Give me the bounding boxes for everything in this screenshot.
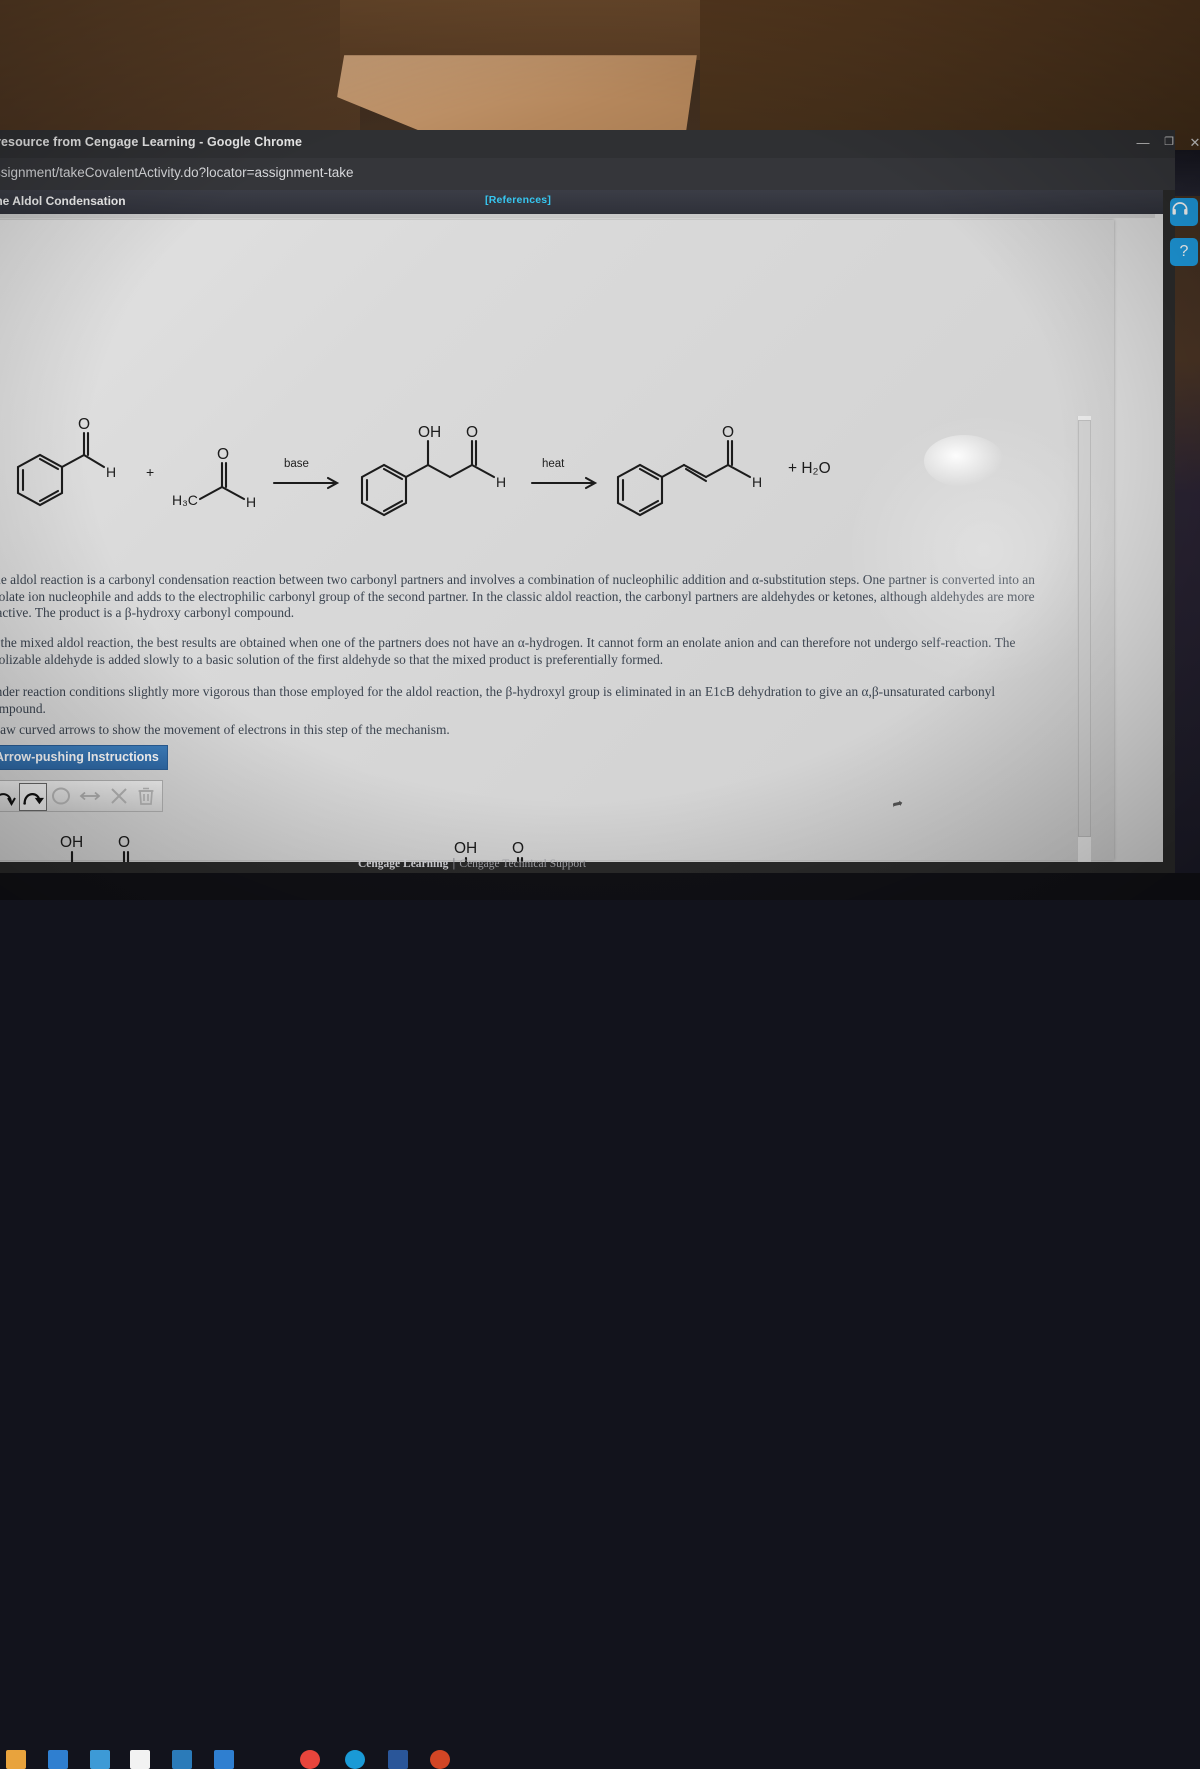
cyclic-arrow-icon[interactable] [48, 783, 74, 809]
page-content: e by the Aldol Condensation [References]… [0, 190, 1163, 862]
double-barb-curved-arrow-icon[interactable] [19, 783, 47, 811]
atom-label-h-4: H [752, 474, 762, 490]
atom-label-o-product: O [512, 840, 524, 857]
headset-glyph [1172, 202, 1188, 215]
mechanism-svg[interactable]: OH H O H OH − [0, 820, 704, 862]
reaction-scheme-overall: O H + O H₃C H base OH O H heat O H + H₂O [0, 415, 864, 535]
close-button[interactable]: ✕ [1184, 135, 1200, 151]
chrome-browser-window: resource from Cengage Learning - Google … [0, 130, 1200, 875]
references-link[interactable]: [References] [485, 194, 551, 206]
no-reaction-x-icon[interactable] [106, 783, 132, 809]
taskbar-icon-store[interactable] [90, 1750, 110, 1769]
taskbar-icon-edge[interactable] [345, 1750, 365, 1769]
taskbar-icon-mail[interactable] [214, 1750, 234, 1769]
atom-label-o: O [78, 416, 90, 433]
atom-label-h-3: H [496, 474, 506, 490]
vertical-scrollbar-thumb[interactable] [1078, 420, 1091, 837]
paragraph-mixed-aldol: In the mixed aldol reaction, the best re… [0, 635, 1016, 667]
molecule-cinnamaldehyde: O H [616, 424, 762, 517]
reagent-hydroxide: OH − [214, 858, 222, 862]
support-headset-icon[interactable] [1170, 198, 1198, 226]
condition-label-base: base [284, 458, 309, 470]
footer-support-link[interactable]: Cengage Technical Support [459, 858, 586, 870]
paragraph-aldol-overview: The aldol reaction is a carbonyl condens… [0, 572, 1035, 620]
atom-label-o-mech: O [118, 834, 130, 851]
mouse-cursor-icon: ➦ [890, 794, 905, 812]
paragraph-dehydration: Under reaction conditions slightly more … [0, 684, 996, 716]
reaction-arrow-heat: heat [530, 458, 598, 490]
minimize-button[interactable]: — [1132, 135, 1154, 150]
assignment-header: e by the Aldol Condensation [References] [0, 190, 1163, 214]
atom-label-h3c: H₃C [172, 492, 198, 508]
maximize-button[interactable]: ❐ [1158, 135, 1180, 148]
atom-label-oh-product: OH [454, 840, 477, 857]
reaction-arrow-base: base [272, 458, 340, 490]
charge-label-hydroxide: − [214, 858, 222, 862]
atom-label-oh: OH [418, 424, 441, 441]
taskbar-icon-word[interactable] [388, 1750, 408, 1769]
double-headed-arrow-icon[interactable] [77, 783, 103, 809]
atom-label-h-2: H [246, 494, 256, 510]
mechanism-step-scheme[interactable]: OH H O H OH − [0, 820, 704, 862]
atom-label-oh-mech: OH [60, 834, 83, 851]
wall-mid-region [340, 0, 710, 60]
condition-label-heat: heat [542, 458, 565, 470]
footer-brand: Cengage Learning [358, 858, 449, 870]
browser-tab-title[interactable]: resource from Cengage Learning - Google … [0, 135, 302, 149]
atom-label-h: H [106, 464, 116, 480]
molecule-aldol-product: OH O H [360, 424, 506, 517]
arrow-pushing-instructions-button[interactable]: Arrow-pushing Instructions [0, 745, 168, 770]
taskbar-icon-google[interactable] [130, 1750, 150, 1769]
plus-sign-1: + [146, 464, 154, 480]
arrow-pushing-toolbar[interactable] [0, 780, 163, 812]
overall-reaction-svg: O H + O H₃C H base OH O H heat O H + H₂O [16, 416, 831, 517]
molecule-benzaldehyde: O H [16, 416, 116, 507]
single-barb-curved-arrow-icon[interactable] [0, 783, 16, 809]
atom-label-o-3: O [466, 424, 478, 441]
footer-separator: | [452, 858, 456, 870]
question-sheet: O H + O H₃C H base OH O H heat O H + H₂O… [0, 220, 1134, 862]
page-title: e by the Aldol Condensation [0, 194, 126, 208]
taskbar-icon-powerpoint[interactable] [430, 1750, 450, 1769]
browser-titlebar: resource from Cengage Learning - Google … [0, 130, 1200, 158]
atom-label-o-4: O [722, 424, 734, 441]
molecule-beta-hydroxy-aldehyde: OH H O H [60, 834, 130, 862]
taskbar-icon-file-explorer[interactable] [6, 1750, 26, 1769]
taskbar-icon-lightning[interactable] [48, 1750, 68, 1769]
windows-taskbar [0, 873, 1200, 1769]
atom-label-o-2: O [217, 446, 229, 463]
screen-glare-spot [924, 435, 1004, 487]
paragraph-instruction: Draw curved arrows to show the movement … [0, 722, 450, 737]
molecule-acetaldehyde: O H₃C H [172, 446, 256, 510]
cengage-footer: Cengage Learning | Cengage Technical Suppo… [358, 858, 586, 870]
address-bar-url[interactable]: ssignment/takeCovalentActivity.do?locato… [0, 165, 354, 180]
header-divider [0, 214, 1155, 218]
taskbar-icon-calculator[interactable] [172, 1750, 192, 1769]
byproduct-water: + H₂O [788, 460, 831, 477]
taskbar-icon-chrome[interactable] [300, 1750, 320, 1769]
trash-icon[interactable] [133, 783, 159, 809]
help-question-icon[interactable]: ? [1170, 238, 1198, 266]
